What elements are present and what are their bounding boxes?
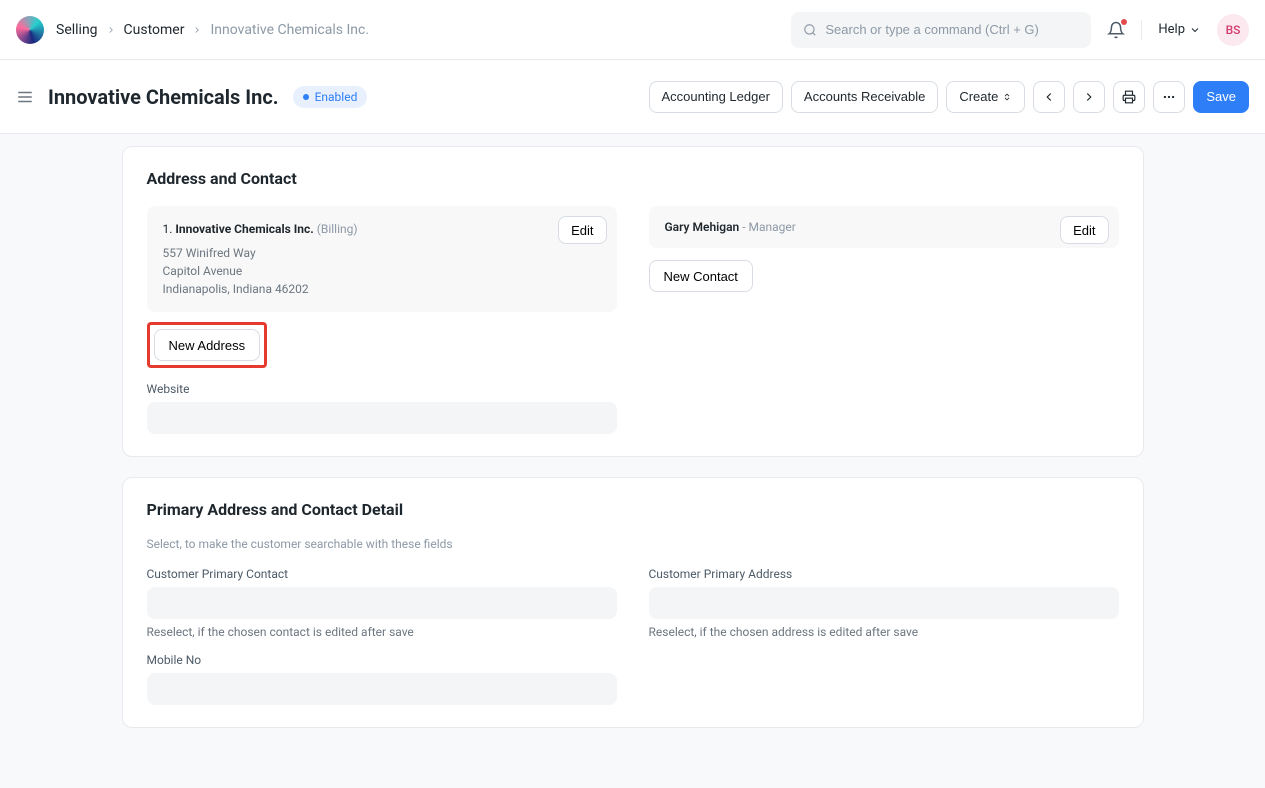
prev-button[interactable] <box>1033 81 1065 113</box>
status-badge[interactable]: Enabled <box>293 86 368 108</box>
breadcrumb-current: Innovative Chemicals Inc. <box>210 22 369 38</box>
divider <box>1141 20 1142 40</box>
more-horizontal-icon <box>1162 90 1176 104</box>
page-actions: Accounting Ledger Accounts Receivable Cr… <box>649 81 1250 113</box>
more-button[interactable] <box>1153 81 1185 113</box>
section-heading: Primary Address and Contact Detail <box>147 500 1119 519</box>
new-address-button[interactable]: New Address <box>154 329 261 361</box>
contact-role: - Manager <box>742 220 796 234</box>
website-input[interactable] <box>147 402 617 434</box>
breadcrumb: Selling Customer Innovative Chemicals In… <box>56 22 369 38</box>
address-line-1: 557 Winifred Way <box>163 244 601 262</box>
content-area: Address and Contact 1. Innovative Chemic… <box>0 134 1265 788</box>
next-button[interactable] <box>1073 81 1105 113</box>
contact-column: Gary Mehigan - Manager Edit New Contact <box>649 206 1119 434</box>
mobile-label: Mobile No <box>147 653 617 667</box>
breadcrumb-selling[interactable]: Selling <box>56 22 98 38</box>
page-header: Innovative Chemicals Inc. Enabled Accoun… <box>0 60 1265 134</box>
contact-card: Gary Mehigan - Manager Edit <box>649 206 1119 248</box>
print-button[interactable] <box>1113 81 1145 113</box>
create-button[interactable]: Create <box>946 81 1025 113</box>
topbar-left: Selling Customer Innovative Chemicals In… <box>16 16 369 44</box>
primary-contact-label: Customer Primary Contact <box>147 567 617 581</box>
contact-name: Gary Mehigan <box>665 220 740 234</box>
address-type: (Billing) <box>317 222 358 236</box>
section-subtext: Select, to make the customer searchable … <box>147 537 1119 551</box>
sidebar-toggle[interactable] <box>16 88 34 106</box>
chevron-down-icon <box>1189 24 1201 36</box>
notifications-button[interactable] <box>1107 21 1125 39</box>
primary-address-column: Customer Primary Address Reselect, if th… <box>649 567 1119 705</box>
app-logo[interactable] <box>16 16 44 44</box>
status-text: Enabled <box>315 90 358 104</box>
address-company: Innovative Chemicals Inc. <box>175 222 313 236</box>
help-menu[interactable]: Help <box>1158 22 1201 37</box>
primary-contact-column: Customer Primary Contact Reselect, if th… <box>147 567 617 705</box>
address-index: 1. <box>163 222 173 236</box>
chevron-right-icon <box>192 25 202 35</box>
create-label: Create <box>959 89 998 104</box>
page-header-left: Innovative Chemicals Inc. Enabled <box>16 85 367 109</box>
address-contact-grid: 1. Innovative Chemicals Inc. (Billing) 5… <box>147 206 1119 434</box>
edit-contact-button[interactable]: Edit <box>1060 216 1108 244</box>
primary-address-help: Reselect, if the chosen address is edite… <box>649 625 1119 639</box>
address-card: 1. Innovative Chemicals Inc. (Billing) 5… <box>147 206 617 312</box>
select-icon <box>1002 90 1012 104</box>
address-contact-section: Address and Contact 1. Innovative Chemic… <box>122 146 1144 457</box>
primary-detail-section: Primary Address and Contact Detail Selec… <box>122 477 1144 728</box>
new-contact-button[interactable]: New Contact <box>649 260 753 292</box>
primary-address-label: Customer Primary Address <box>649 567 1119 581</box>
accounting-ledger-button[interactable]: Accounting Ledger <box>649 81 783 113</box>
topbar-right: Help BS <box>791 12 1249 48</box>
help-label: Help <box>1158 22 1185 37</box>
chevron-right-icon <box>1082 90 1096 104</box>
chevron-left-icon <box>1042 90 1056 104</box>
search-input[interactable] <box>825 22 1079 37</box>
user-avatar[interactable]: BS <box>1217 14 1249 46</box>
notification-dot-icon <box>1121 19 1127 25</box>
breadcrumb-customer[interactable]: Customer <box>124 22 185 38</box>
section-heading: Address and Contact <box>147 169 1119 188</box>
accounts-receivable-button[interactable]: Accounts Receivable <box>791 81 938 113</box>
chevron-right-icon <box>106 25 116 35</box>
search-icon <box>803 23 817 37</box>
primary-grid: Customer Primary Contact Reselect, if th… <box>147 567 1119 705</box>
mobile-input[interactable] <box>147 673 617 705</box>
primary-contact-input[interactable] <box>147 587 617 619</box>
printer-icon <box>1122 90 1136 104</box>
page-title: Innovative Chemicals Inc. <box>48 85 279 109</box>
address-column: 1. Innovative Chemicals Inc. (Billing) 5… <box>147 206 617 434</box>
address-line-2: Capitol Avenue <box>163 262 601 280</box>
address-line-3: Indianapolis, Indiana 46202 <box>163 280 601 298</box>
topbar: Selling Customer Innovative Chemicals In… <box>0 0 1265 60</box>
address-title: 1. Innovative Chemicals Inc. (Billing) <box>163 220 601 238</box>
highlight-annotation: New Address <box>147 322 268 368</box>
status-dot-icon <box>303 94 309 100</box>
primary-contact-help: Reselect, if the chosen contact is edite… <box>147 625 617 639</box>
primary-address-input[interactable] <box>649 587 1119 619</box>
website-label: Website <box>147 382 617 396</box>
save-button[interactable]: Save <box>1193 81 1249 113</box>
edit-address-button[interactable]: Edit <box>558 216 606 244</box>
global-search[interactable] <box>791 12 1091 48</box>
